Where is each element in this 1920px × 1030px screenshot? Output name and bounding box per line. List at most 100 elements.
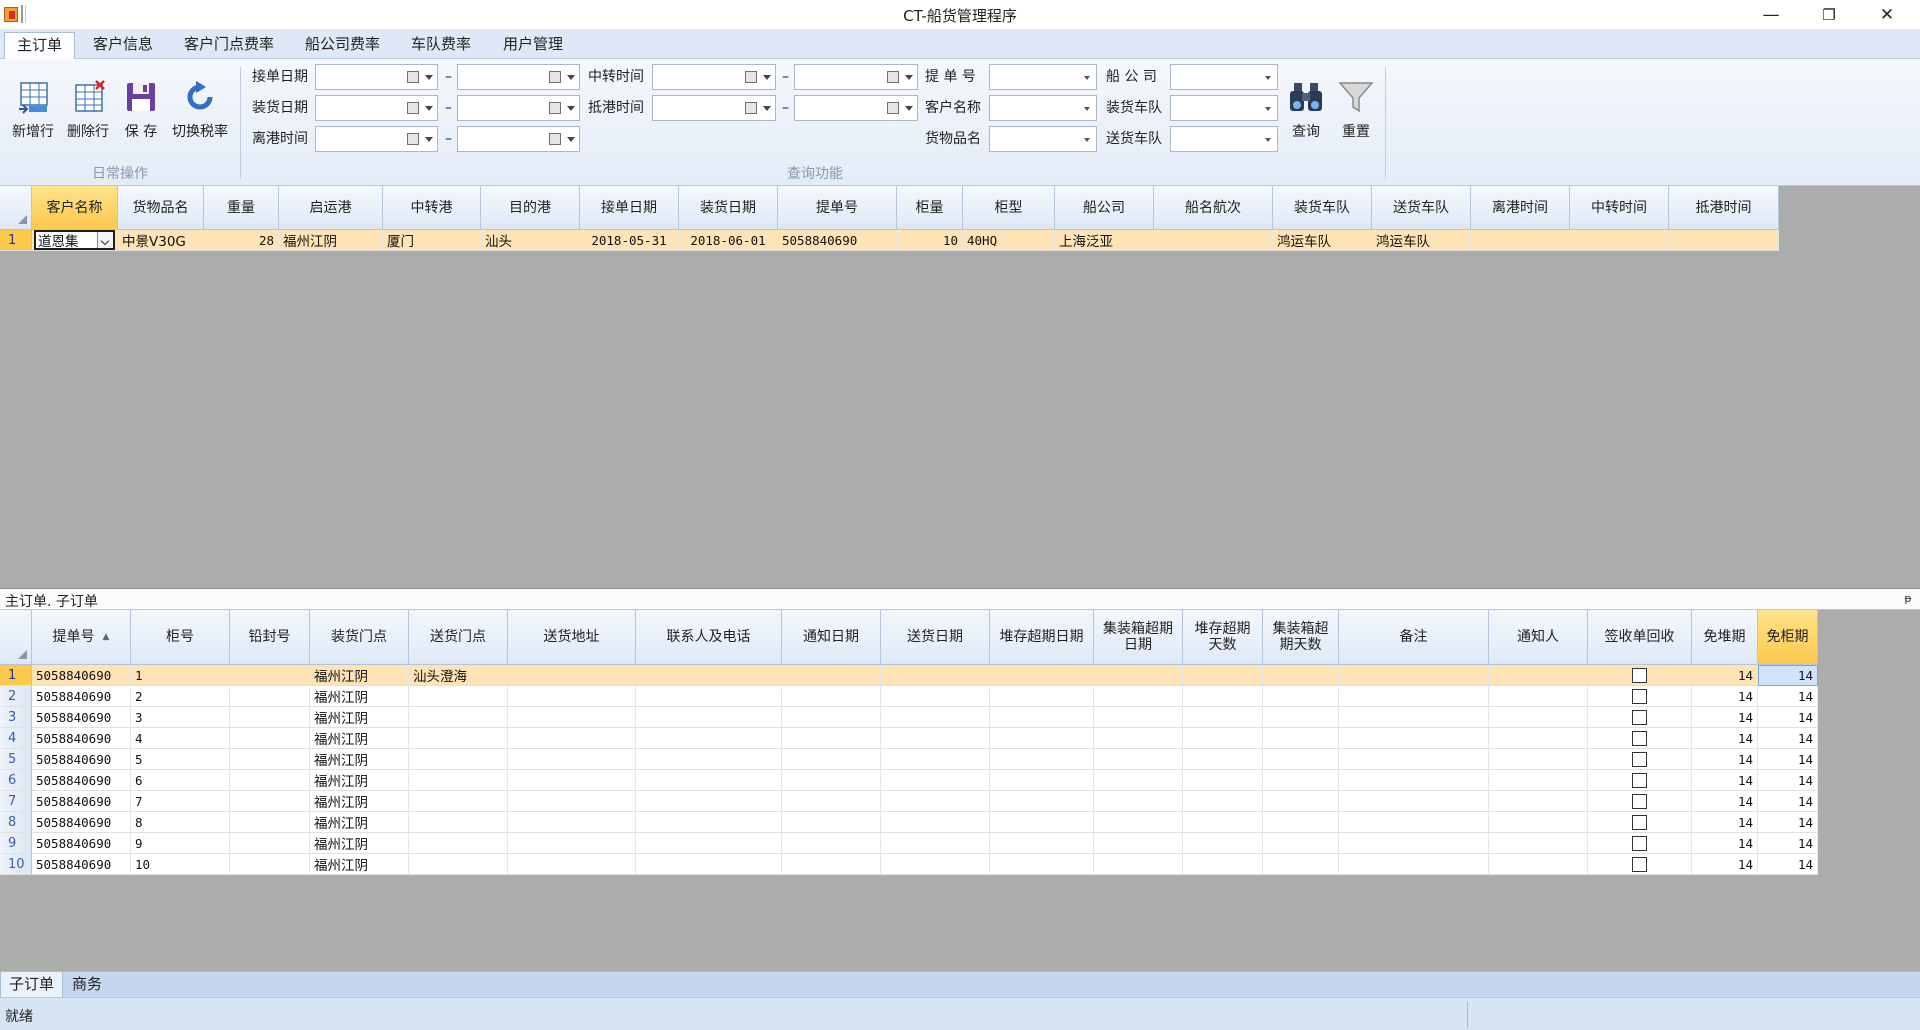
cell-order-date[interactable]: 2018-05-31 bbox=[580, 230, 679, 251]
cell-deliver-address[interactable] bbox=[508, 707, 636, 728]
cell-deliver-point[interactable] bbox=[409, 854, 508, 875]
order-date-to-input[interactable] bbox=[457, 64, 580, 90]
cell-receipt-returned[interactable] bbox=[1588, 854, 1692, 875]
receipt-checkbox[interactable] bbox=[1632, 814, 1647, 830]
cell-bill-no[interactable]: 5058840690 bbox=[32, 791, 131, 812]
cell-notifier[interactable] bbox=[1489, 665, 1588, 686]
arrive-time-from-input[interactable] bbox=[652, 95, 776, 121]
cell-container-no[interactable]: 7 bbox=[131, 791, 230, 812]
customer-name-select[interactable] bbox=[989, 95, 1097, 121]
col-goods-name[interactable]: 货物品名 bbox=[118, 186, 204, 230]
col-container-type[interactable]: 柜型 bbox=[963, 186, 1055, 230]
cell-deliver-address[interactable] bbox=[508, 665, 636, 686]
cell-container-overdue-date[interactable] bbox=[1094, 812, 1183, 833]
col-container-overdue-days[interactable]: 集装箱超期天数 bbox=[1263, 610, 1339, 665]
cell-deliver-address[interactable] bbox=[508, 728, 636, 749]
col-free-container[interactable]: 免柜期 bbox=[1758, 610, 1818, 665]
cell-deliver-date[interactable] bbox=[881, 707, 990, 728]
cell-contact-phone[interactable] bbox=[636, 854, 782, 875]
cell-free-container[interactable]: 14 bbox=[1758, 770, 1818, 791]
table-row[interactable]: 8 5058840690 8 福州江阴 14 14 bbox=[0, 812, 1818, 833]
cell-notifier[interactable] bbox=[1489, 833, 1588, 854]
col-free-storage[interactable]: 免堆期 bbox=[1692, 610, 1758, 665]
table-row[interactable]: 4 5058840690 4 福州江阴 14 14 bbox=[0, 728, 1818, 749]
cell-storage-overdue-date[interactable] bbox=[990, 833, 1094, 854]
goods-name-select[interactable] bbox=[989, 126, 1097, 152]
table-row[interactable]: 9 5058840690 9 福州江阴 14 14 bbox=[0, 833, 1818, 854]
cell-ship-company[interactable]: 上海泛亚 bbox=[1055, 230, 1154, 251]
cell-free-container[interactable]: 14 bbox=[1758, 791, 1818, 812]
cell-seal-no[interactable] bbox=[230, 749, 310, 770]
col-container-no[interactable]: 柜号 bbox=[131, 610, 230, 665]
cell-deliver-date[interactable] bbox=[881, 854, 990, 875]
cell-container-overdue-days[interactable] bbox=[1263, 728, 1339, 749]
cell-deliver-point[interactable] bbox=[409, 812, 508, 833]
cell-container-overdue-days[interactable] bbox=[1263, 833, 1339, 854]
row-number[interactable]: 6 bbox=[0, 770, 32, 791]
tab-main-order[interactable]: 主订单 bbox=[4, 32, 76, 59]
col-ship-company[interactable]: 船公司 bbox=[1055, 186, 1154, 230]
cell-storage-overdue-days[interactable] bbox=[1183, 686, 1263, 707]
col-remarks[interactable]: 备注 bbox=[1339, 610, 1489, 665]
row-number[interactable]: 5 bbox=[0, 749, 32, 770]
cell-free-storage[interactable]: 14 bbox=[1692, 707, 1758, 728]
table-row[interactable]: 10 5058840690 10 福州江阴 14 14 bbox=[0, 854, 1818, 875]
cell-deliver-point[interactable]: 汕头澄海 bbox=[409, 665, 508, 686]
cell-deliver-address[interactable] bbox=[508, 770, 636, 791]
row-number[interactable]: 10 bbox=[0, 854, 32, 875]
cell-container-overdue-days[interactable] bbox=[1263, 665, 1339, 686]
cell-free-storage[interactable]: 14 bbox=[1692, 791, 1758, 812]
cell-container-no[interactable]: 1 bbox=[131, 665, 230, 686]
cell-deliver-date[interactable] bbox=[881, 833, 990, 854]
cell-storage-overdue-date[interactable] bbox=[990, 812, 1094, 833]
restore-button[interactable]: ❐ bbox=[1800, 0, 1858, 29]
load-team-select[interactable] bbox=[1170, 95, 1278, 121]
cell-bill-no[interactable]: 5058840690 bbox=[778, 230, 897, 251]
cell-notify-date[interactable] bbox=[782, 812, 881, 833]
cell-container-overdue-days[interactable] bbox=[1263, 770, 1339, 791]
bill-no-select[interactable] bbox=[989, 64, 1097, 90]
cell-deliver-address[interactable] bbox=[508, 749, 636, 770]
col-load-date[interactable]: 装货日期 bbox=[679, 186, 778, 230]
cell-deliver-date[interactable] bbox=[881, 791, 990, 812]
col-transfer-port[interactable]: 中转港 bbox=[383, 186, 481, 230]
cell-deliver-date[interactable] bbox=[881, 665, 990, 686]
cell-deliver-date[interactable] bbox=[881, 749, 990, 770]
col-notify-date[interactable]: 通知日期 bbox=[782, 610, 881, 665]
row-number[interactable]: 1 bbox=[0, 665, 32, 686]
col-deliver-address[interactable]: 送货地址 bbox=[508, 610, 636, 665]
cell-load-point[interactable]: 福州江阴 bbox=[310, 791, 409, 812]
cell-container-overdue-days[interactable] bbox=[1263, 707, 1339, 728]
cell-deliver-address[interactable] bbox=[508, 854, 636, 875]
cell-deliver-point[interactable] bbox=[409, 686, 508, 707]
cell-bill-no[interactable]: 5058840690 bbox=[32, 770, 131, 791]
cell-container-no[interactable]: 8 bbox=[131, 812, 230, 833]
cell-remarks[interactable] bbox=[1339, 686, 1489, 707]
cell-storage-overdue-days[interactable] bbox=[1183, 854, 1263, 875]
cell-seal-no[interactable] bbox=[230, 707, 310, 728]
table-row[interactable]: 2 5058840690 2 福州江阴 14 14 bbox=[0, 686, 1818, 707]
receipt-checkbox[interactable] bbox=[1632, 688, 1647, 704]
cell-deliver-address[interactable] bbox=[508, 833, 636, 854]
col-seal-no[interactable]: 铅封号 bbox=[230, 610, 310, 665]
cell-seal-no[interactable] bbox=[230, 791, 310, 812]
cell-free-container[interactable]: 14 bbox=[1758, 665, 1818, 686]
cell-deliver-point[interactable] bbox=[409, 728, 508, 749]
arrive-time-to-input[interactable] bbox=[794, 95, 918, 121]
load-date-to-input[interactable] bbox=[457, 95, 580, 121]
cell-container-overdue-days[interactable] bbox=[1263, 686, 1339, 707]
col-notifier[interactable]: 通知人 bbox=[1489, 610, 1588, 665]
col-bill-no[interactable]: 提单号 bbox=[778, 186, 897, 230]
col-load-point[interactable]: 装货门点 bbox=[310, 610, 409, 665]
cell-container-no[interactable]: 4 bbox=[131, 728, 230, 749]
cell-free-storage[interactable]: 14 bbox=[1692, 728, 1758, 749]
cell-receipt-returned[interactable] bbox=[1588, 728, 1692, 749]
cell-contact-phone[interactable] bbox=[636, 833, 782, 854]
reset-button[interactable]: 重置 bbox=[1328, 79, 1384, 147]
cell-notify-date[interactable] bbox=[782, 749, 881, 770]
cell-arrive[interactable] bbox=[1669, 230, 1779, 251]
col-storage-overdue-date[interactable]: 堆存超期日期 bbox=[990, 610, 1094, 665]
cell-load-point[interactable]: 福州江阴 bbox=[310, 749, 409, 770]
cell-contact-phone[interactable] bbox=[636, 665, 782, 686]
cell-load-point[interactable]: 福州江阴 bbox=[310, 854, 409, 875]
